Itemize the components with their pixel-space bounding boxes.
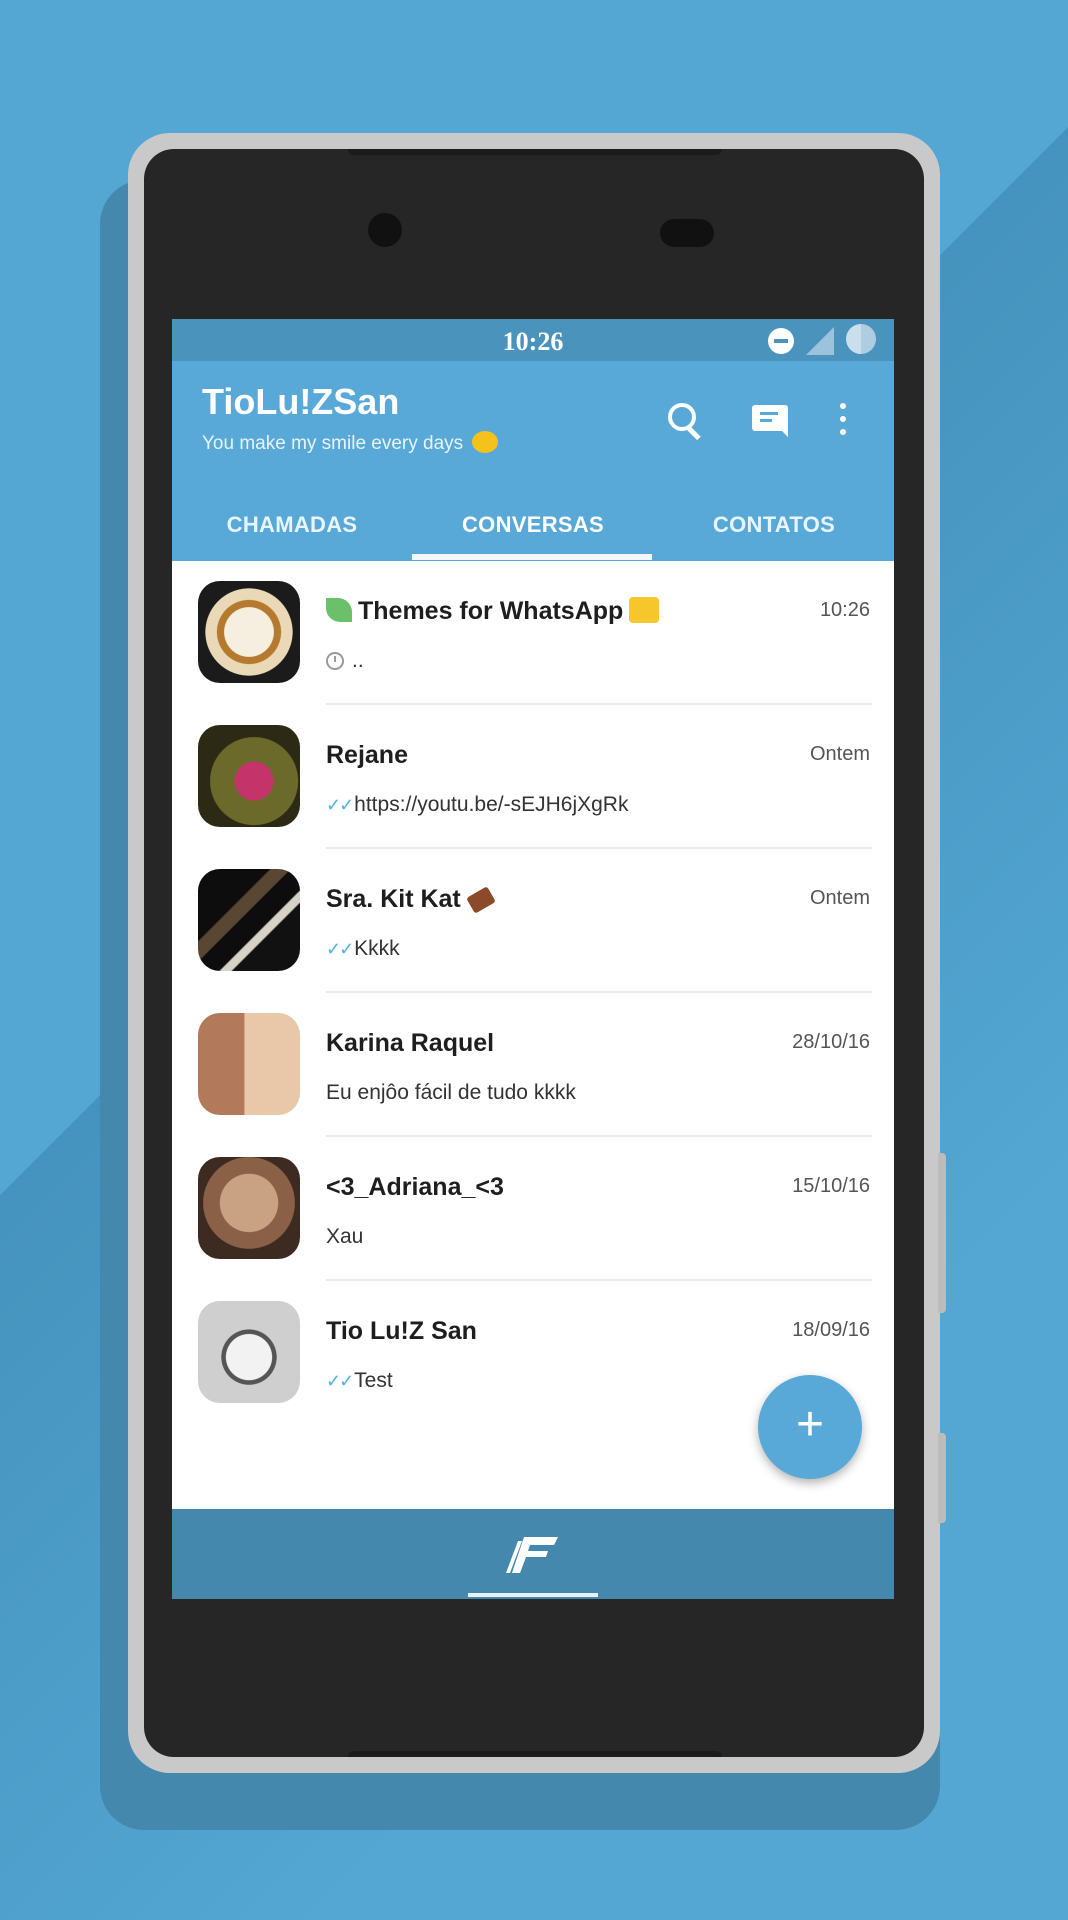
chat-name: Rejane	[326, 741, 408, 769]
chat-row-themes[interactable]: Themes for WhatsApp 10:26 ..	[172, 561, 894, 705]
double-check-icon: ✓✓	[326, 795, 354, 815]
smile-emoji-icon	[472, 431, 499, 453]
chat-time: Ontem	[809, 743, 870, 765]
double-check-icon: ✓✓	[326, 1371, 354, 1391]
avatar	[198, 869, 300, 971]
volume-button	[938, 1433, 946, 1523]
active-tab-indicator	[412, 554, 652, 560]
chat-preview: ..	[326, 649, 364, 673]
avatar	[198, 1157, 300, 1259]
new-chat-icon[interactable]	[750, 399, 790, 439]
tab-bar: CHAMADAS CONVERSAS CONTATOS	[172, 489, 894, 561]
chat-preview: ✓✓Kkkk	[326, 937, 400, 960]
leaf-emoji-icon	[326, 598, 352, 622]
bottom-bar	[172, 1509, 894, 1599]
tab-conversas[interactable]: CONVERSAS	[413, 489, 653, 561]
app-subtitle: You make my smile every days	[202, 431, 499, 455]
battery-icon	[846, 324, 876, 354]
chocolate-emoji-icon	[465, 886, 496, 914]
chat-name: Sra. Kit Kat	[326, 885, 496, 914]
chat-name: Karina Raquel	[326, 1029, 495, 1057]
clock-icon	[326, 652, 344, 670]
chat-row-adriana[interactable]: <3_Adriana_<3 15/10/16 Xau	[172, 1137, 894, 1281]
signal-icon	[806, 327, 834, 355]
chat-row-rejane[interactable]: Rejane Ontem ✓✓https://youtu.be/-sEJH6jX…	[172, 705, 894, 849]
chat-preview: ✓✓https://youtu.be/-sEJH6jXgRk	[326, 793, 629, 816]
chat-name: Tio Lu!Z San	[326, 1317, 477, 1345]
double-check-icon: ✓✓	[326, 939, 354, 959]
more-vert-icon[interactable]	[824, 399, 864, 439]
chat-row-kitkat[interactable]: Sra. Kit Kat Ontem ✓✓Kkkk	[172, 849, 894, 993]
earpiece-speaker	[660, 219, 714, 247]
power-button	[938, 1153, 946, 1313]
chat-time: 28/10/16	[792, 1031, 870, 1053]
status-bar: 10:26	[172, 319, 894, 361]
bottom-indicator	[468, 1593, 598, 1597]
chat-preview: Xau	[326, 1225, 364, 1248]
phone-screen: 10:26 TioLu!ZSan You make my smile every…	[172, 319, 894, 1599]
tab-chamadas[interactable]: CHAMADAS	[172, 489, 412, 561]
chat-preview: ✓✓Test	[326, 1369, 393, 1392]
avatar	[198, 725, 300, 827]
subtitle-text: You make my smile every days	[202, 433, 464, 454]
chat-preview: Eu enjôo fácil de tudo kkkk	[326, 1081, 576, 1104]
front-camera	[368, 213, 402, 247]
new-conversation-fab[interactable]: +	[758, 1375, 862, 1479]
avatar	[198, 581, 300, 683]
chat-time: 10:26	[819, 599, 870, 621]
top-edge	[348, 149, 722, 155]
app-title: TioLu!ZSan	[202, 381, 400, 422]
app-logo-icon[interactable]	[502, 1531, 560, 1575]
chat-row-karina[interactable]: Karina Raquel 28/10/16 Eu enjôo fácil de…	[172, 993, 894, 1137]
bottom-edge	[348, 1751, 722, 1757]
chat-time: 15/10/16	[792, 1175, 870, 1197]
chat-time: Ontem	[809, 887, 870, 909]
avatar	[198, 1013, 300, 1115]
chat-time: 18/09/16	[792, 1319, 870, 1341]
crown-emoji-icon	[629, 597, 660, 623]
do-not-disturb-icon	[768, 328, 794, 354]
search-icon[interactable]	[664, 399, 704, 441]
app-bar: TioLu!ZSan You make my smile every days …	[172, 361, 894, 561]
chat-name: <3_Adriana_<3	[326, 1173, 504, 1201]
tab-contatos[interactable]: CONTATOS	[654, 489, 894, 561]
avatar	[198, 1301, 300, 1403]
chat-name: Themes for WhatsApp	[326, 597, 660, 626]
